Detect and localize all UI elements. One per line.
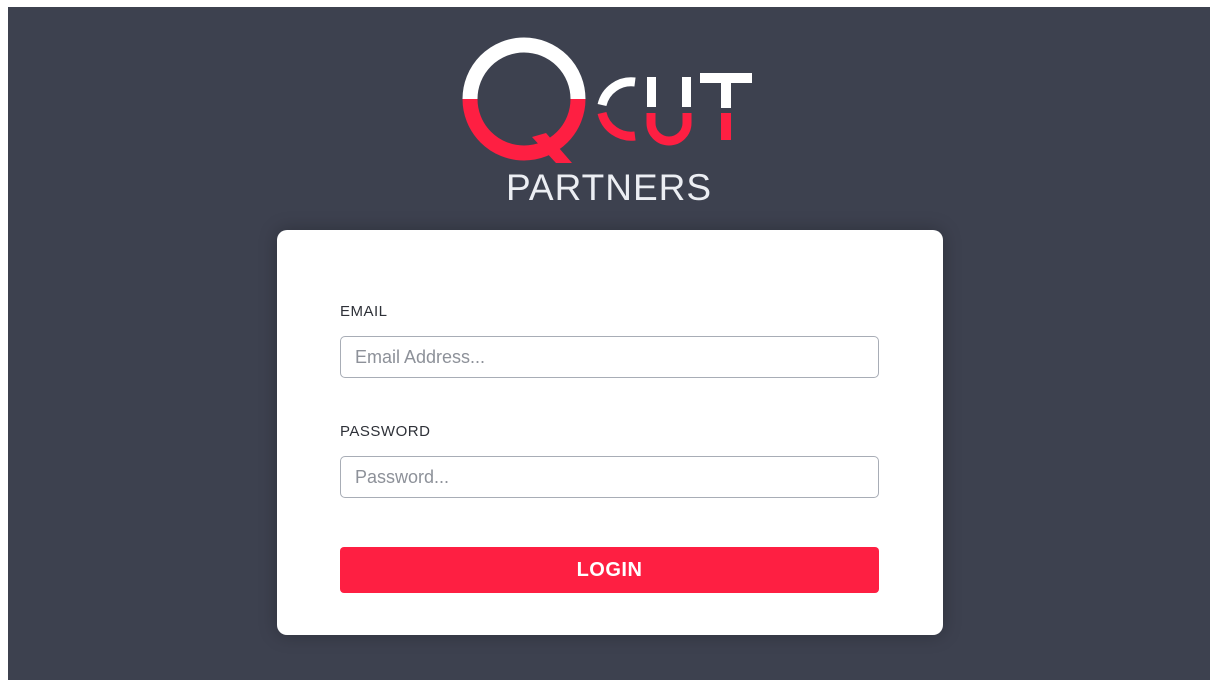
- login-card: EMAIL PASSWORD LOGIN: [277, 230, 943, 635]
- password-label: PASSWORD: [340, 423, 431, 440]
- login-screen: PARTNERS EMAIL PASSWORD LOGIN: [8, 7, 1210, 680]
- login-button[interactable]: LOGIN: [340, 547, 879, 593]
- password-field[interactable]: [340, 456, 879, 498]
- email-field[interactable]: [340, 336, 879, 378]
- brand-subtitle: PARTNERS: [505, 167, 713, 208]
- qcut-logo: [462, 37, 752, 163]
- email-label: EMAIL: [340, 303, 388, 320]
